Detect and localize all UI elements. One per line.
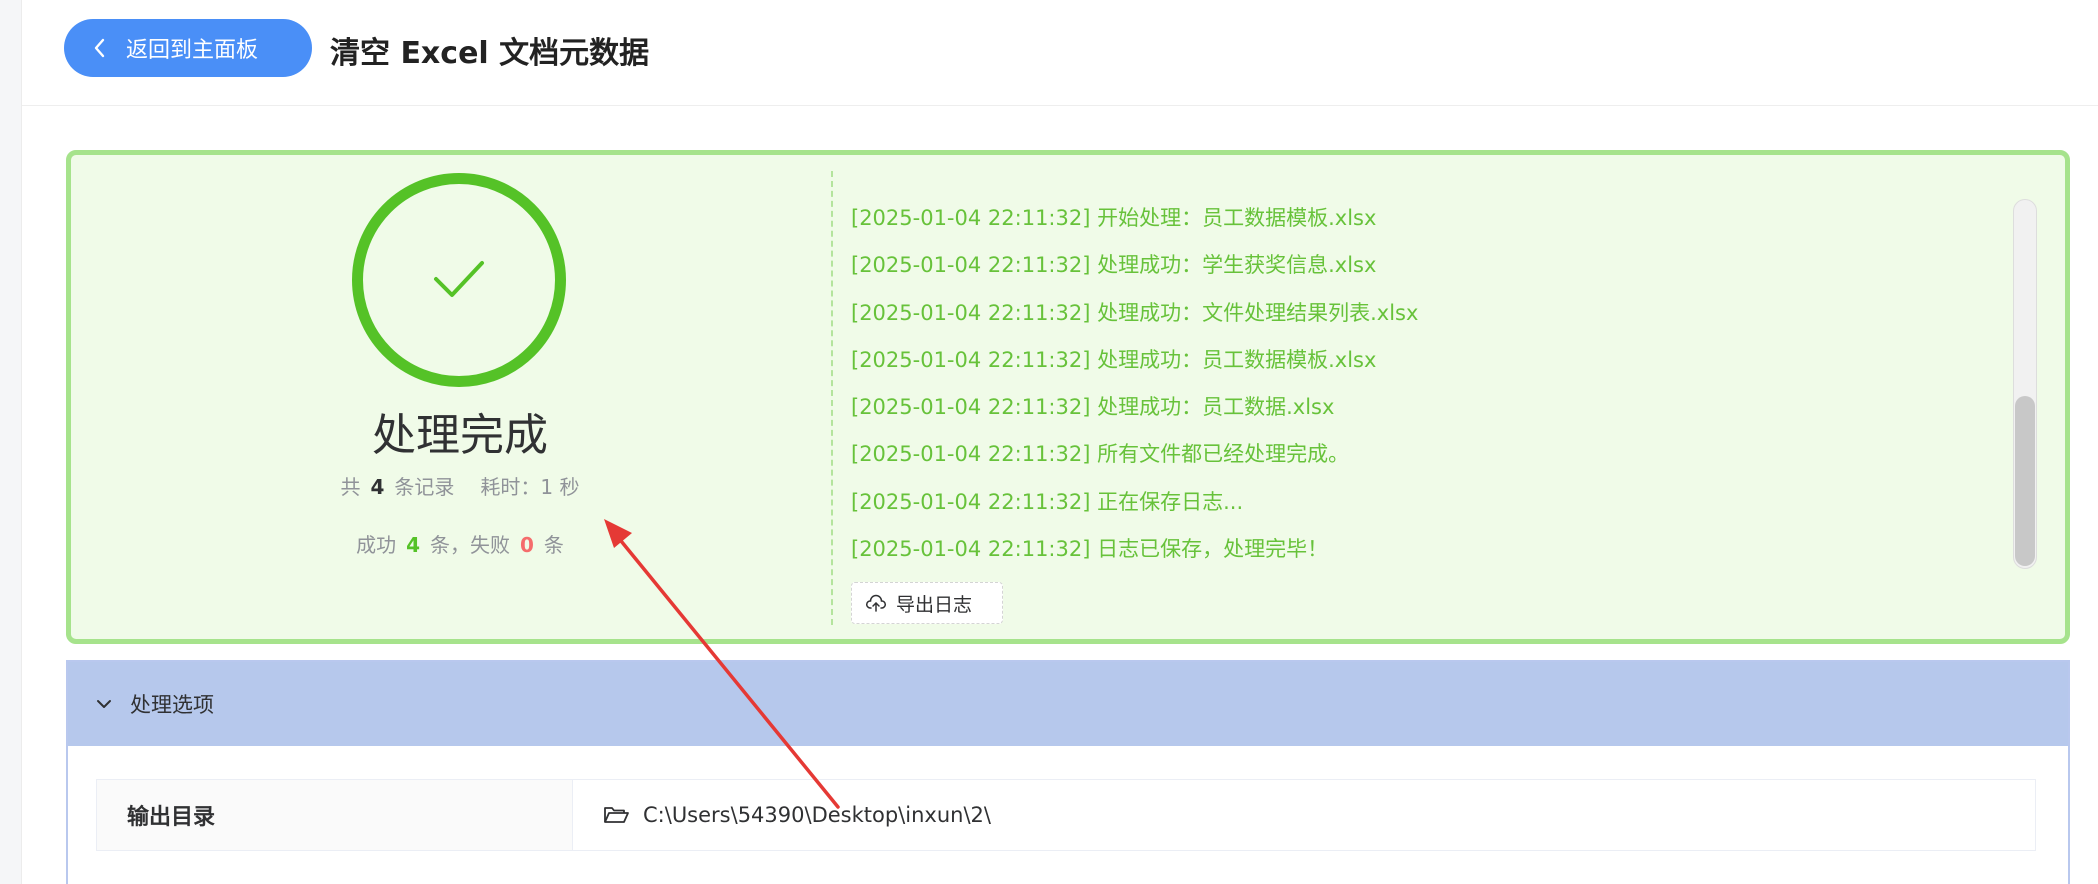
fail-suffix: 条: [543, 533, 564, 557]
page-title: 清空 Excel 文档元数据: [330, 36, 650, 71]
log-line: [2025-01-04 22:11:32] 日志已保存，处理完毕！: [851, 537, 1329, 562]
output-directory-value[interactable]: C:\Users\54390\Desktop\inxun\2\: [573, 780, 991, 850]
output-directory-label: 输出目录: [97, 780, 573, 850]
log-line: [2025-01-04 22:11:32] 正在保存日志...: [851, 489, 1244, 514]
export-log-label: 导出日志: [896, 593, 973, 616]
result-counts: 成功 4 条，失败 0 条: [71, 529, 849, 558]
panel-divider: [831, 171, 833, 625]
options-title: 处理选项: [130, 693, 214, 717]
cloud-upload-icon: [866, 594, 886, 612]
success-circle: [352, 173, 566, 387]
back-to-dashboard-button[interactable]: 返回到主面板: [64, 19, 312, 77]
total-count: 4: [370, 475, 385, 499]
log-line: [2025-01-04 22:11:32] 处理成功：员工数据.xlsx: [851, 395, 1335, 420]
result-panel: 处理完成 共 4 条记录 耗时：1 秒 成功 4 条，失败 0 条 [2025-01-04 2…: [66, 150, 2070, 644]
chevron-left-icon: [94, 38, 105, 58]
log-scrollbar-thumb[interactable]: [2015, 396, 2035, 566]
output-directory-row: 输出目录 C:\Users\54390\Desktop\inxun\2\: [96, 779, 2036, 851]
folder-open-icon: [604, 807, 629, 823]
elapsed-time: 耗时：1 秒: [480, 475, 580, 499]
output-directory-path: C:\Users\54390\Desktop\inxun\2\: [643, 803, 991, 827]
check-icon: [434, 261, 484, 297]
success-count: 4: [406, 533, 420, 557]
summary-prefix: 共: [340, 475, 361, 499]
options-header[interactable]: 处理选项: [68, 662, 2068, 746]
log-line: [2025-01-04 22:11:32] 开始处理：员工数据模板.xlsx: [851, 206, 1377, 230]
export-log-button[interactable]: 导出日志: [851, 582, 1003, 624]
summary-suffix: 条记录: [394, 475, 455, 499]
status-title: 处理完成: [372, 410, 548, 461]
log-list: [2025-01-04 22:11:32] 开始处理：员工数据模板.xlsx […: [851, 195, 2031, 573]
log-line: [2025-01-04 22:11:32] 处理成功：员工数据模板.xlsx: [851, 347, 1377, 372]
chevron-down-icon: [97, 700, 111, 708]
success-prefix: 成功: [356, 533, 397, 557]
record-summary: 共 4 条记录 耗时：1 秒: [71, 471, 849, 500]
log-line: [2025-01-04 22:11:32] 处理成功：文件处理结果列表.xlsx: [851, 300, 1419, 325]
fail-count: 0: [520, 533, 534, 557]
log-line: [2025-01-04 22:11:32] 处理成功：学生获奖信息.xlsx: [851, 253, 1377, 278]
options-panel: 处理选项 输出目录 C:\Users\54390\Desktop\inxun\2…: [66, 660, 2070, 884]
back-button-label: 返回到主面板: [126, 38, 259, 63]
success-suffix: 条，失败: [430, 533, 510, 557]
page-header: 返回到主面板 清空 Excel 文档元数据: [22, 0, 2098, 106]
log-scrollbar[interactable]: [2013, 199, 2037, 569]
left-edge: [0, 0, 22, 884]
log-line: [2025-01-04 22:11:32] 所有文件都已经处理完成。: [851, 442, 1350, 467]
